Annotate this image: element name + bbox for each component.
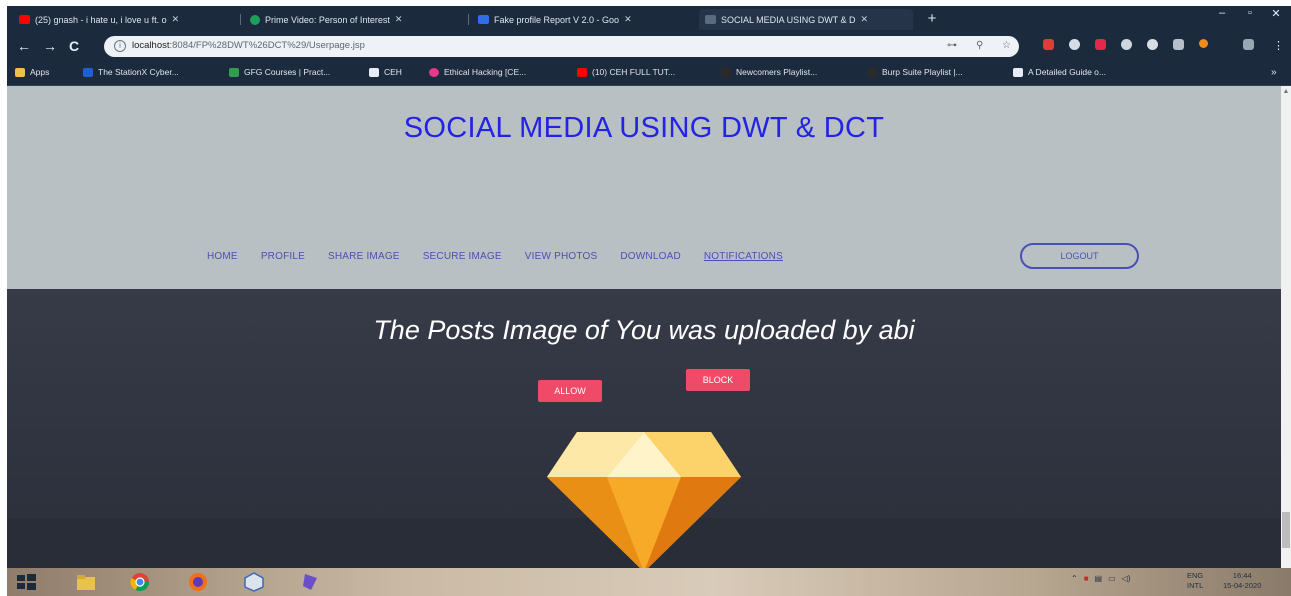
extension-icon[interactable] [1199, 39, 1208, 48]
clock[interactable]: 16:44 15-04-2020 [1223, 571, 1261, 591]
nav-secure-image[interactable]: SECURE IMAGE [423, 251, 502, 262]
pdf-extension-icon[interactable] [1043, 39, 1054, 50]
system-tray: ⌃ ■ ▤ ▭ ◁) [1071, 574, 1131, 583]
virtualbox-icon[interactable] [243, 572, 265, 592]
battery-icon[interactable]: ▭ [1108, 574, 1116, 583]
tab-3[interactable]: Fake profile Report V 2.0 - Goo ✕ [472, 9, 694, 30]
more-bookmarks-icon[interactable]: » [1271, 67, 1277, 78]
menu-icon[interactable]: ⋮ [1273, 39, 1284, 53]
apps-grid-icon [15, 67, 25, 77]
tab-4-active[interactable]: SOCIAL MEDIA USING DWT & D ✕ [699, 9, 913, 30]
minimize-button[interactable]: – [1211, 7, 1233, 19]
close-icon[interactable]: ✕ [624, 14, 632, 25]
bookmark-item[interactable]: Burp Suite Playlist |... [867, 67, 963, 77]
google-docs-icon [478, 15, 489, 24]
close-icon[interactable]: ✕ [395, 14, 403, 25]
scrollbar-thumb[interactable] [1282, 512, 1290, 548]
new-tab-button[interactable]: + [923, 10, 941, 28]
bookmark-icon [721, 67, 731, 77]
bookmark-icon [83, 67, 93, 77]
tab-label: (25) gnash - i hate u, i love u ft. o [35, 14, 167, 25]
tray-app-icon[interactable]: ■ [1084, 574, 1089, 583]
bookmark-item[interactable]: (10) CEH FULL TUT... [577, 67, 675, 77]
allow-button[interactable]: ALLOW [538, 380, 602, 402]
info-icon[interactable]: i [114, 40, 126, 52]
tab-label: Fake profile Report V 2.0 - Goo [494, 14, 620, 25]
tab-separator [240, 14, 241, 25]
nav-home[interactable]: HOME [207, 251, 238, 262]
site-title: SOCIAL MEDIA USING DWT & DCT [403, 112, 885, 144]
bookmark-apps[interactable]: Apps [15, 67, 49, 77]
extension-icon[interactable] [1095, 39, 1106, 50]
tab-strip: (25) gnash - i hate u, i love u ft. o ✕ … [7, 6, 1291, 32]
language-indicator[interactable]: ENG INTL [1187, 571, 1203, 591]
notification-message: The Posts Image of You was uploaded by a… [373, 315, 915, 345]
address-bar[interactable]: i localhost:8084/FP%28DWT%26DCT%29/Userp… [104, 36, 1019, 57]
nav-view-photos[interactable]: VIEW PHOTOS [525, 251, 598, 262]
tab-1[interactable]: (25) gnash - i hate u, i love u ft. o ✕ [13, 9, 238, 30]
forward-arrow-icon[interactable]: → [43, 39, 57, 53]
bookmark-icon [229, 67, 239, 77]
page-viewport: SOCIAL MEDIA USING DWT & DCT HOME PROFIL… [7, 86, 1281, 568]
vertical-scrollbar[interactable]: ▲ [1281, 86, 1291, 568]
bookmark-item[interactable]: CEH [369, 67, 402, 77]
nav-download[interactable]: DOWNLOAD [620, 251, 681, 262]
close-window-button[interactable]: ✕ [1265, 7, 1287, 20]
block-button[interactable]: BLOCK [686, 369, 750, 391]
nav-profile[interactable]: PROFILE [261, 251, 305, 262]
page-icon [705, 15, 716, 24]
bookmark-item[interactable]: Newcomers Playlist... [721, 67, 817, 77]
app-icon[interactable] [299, 572, 321, 592]
bookmark-item[interactable]: The StationX Cyber... [83, 67, 179, 77]
browser-window: (25) gnash - i hate u, i love u ft. o ✕ … [7, 6, 1291, 596]
windows-start-icon[interactable] [15, 572, 37, 592]
extension-icon[interactable] [1173, 39, 1184, 50]
network-icon[interactable]: ▤ [1095, 574, 1103, 583]
volume-icon[interactable]: ◁) [1122, 574, 1131, 583]
site-nav: HOME PROFILE SHARE IMAGE SECURE IMAGE VI… [207, 251, 806, 262]
notification-section: The Posts Image of You was uploaded by a… [7, 289, 1281, 568]
reload-icon[interactable]: C [69, 39, 79, 53]
file-explorer-icon[interactable] [75, 572, 97, 592]
key-icon[interactable]: ⊶ [947, 40, 957, 51]
nav-share-image[interactable]: SHARE IMAGE [328, 251, 400, 262]
url-text[interactable]: localhost:8084/FP%28DWT%26DCT%29/Userpag… [132, 40, 365, 51]
bookmark-icon [429, 67, 439, 77]
site-header: SOCIAL MEDIA USING DWT & DCT HOME PROFIL… [7, 86, 1281, 289]
windows-taskbar: ⌃ ■ ▤ ▭ ◁) ENG INTL 16:44 15-04-2020 [7, 568, 1291, 596]
scroll-up-arrow-icon[interactable]: ▲ [1281, 88, 1291, 95]
bookmarks-bar: Apps The StationX Cyber... GFG Courses |… [7, 62, 1291, 86]
maximize-button[interactable]: ▫ [1239, 7, 1261, 19]
bookmark-item[interactable]: Ethical Hacking [CE... [429, 67, 526, 77]
close-icon[interactable]: ✕ [172, 14, 180, 25]
tab-label: Prime Video: Person of Interest [265, 14, 390, 25]
youtube-icon [19, 15, 30, 24]
chevron-up-icon[interactable]: ⌃ [1071, 574, 1078, 583]
back-arrow-icon[interactable]: ← [17, 39, 31, 53]
extension-icon[interactable] [1069, 39, 1080, 50]
document-icon [369, 67, 379, 77]
close-icon[interactable]: ✕ [861, 14, 869, 25]
tab-label: SOCIAL MEDIA USING DWT & D [721, 14, 856, 25]
firefox-icon[interactable] [187, 572, 209, 592]
prime-video-icon [250, 14, 260, 25]
tab-2[interactable]: Prime Video: Person of Interest ✕ [244, 9, 466, 30]
zoom-icon[interactable]: ⚲ [976, 40, 983, 51]
star-icon[interactable]: ☆ [1002, 40, 1011, 51]
youtube-icon [577, 67, 587, 77]
extension-icon[interactable] [1147, 39, 1158, 50]
extension-icon[interactable] [1243, 39, 1254, 50]
logout-button[interactable]: LOGOUT [1020, 243, 1139, 269]
tab-separator [468, 14, 469, 25]
bookmark-item[interactable]: A Detailed Guide o... [1013, 67, 1106, 77]
chrome-icon[interactable] [129, 572, 151, 592]
bookmark-icon [1013, 67, 1023, 77]
nav-notifications[interactable]: NOTIFICATIONS [704, 251, 783, 262]
bookmark-icon [867, 67, 877, 77]
diamond-logo-icon [547, 432, 741, 568]
bookmark-item[interactable]: GFG Courses | Pract... [229, 67, 330, 77]
extension-icon[interactable] [1121, 39, 1132, 50]
